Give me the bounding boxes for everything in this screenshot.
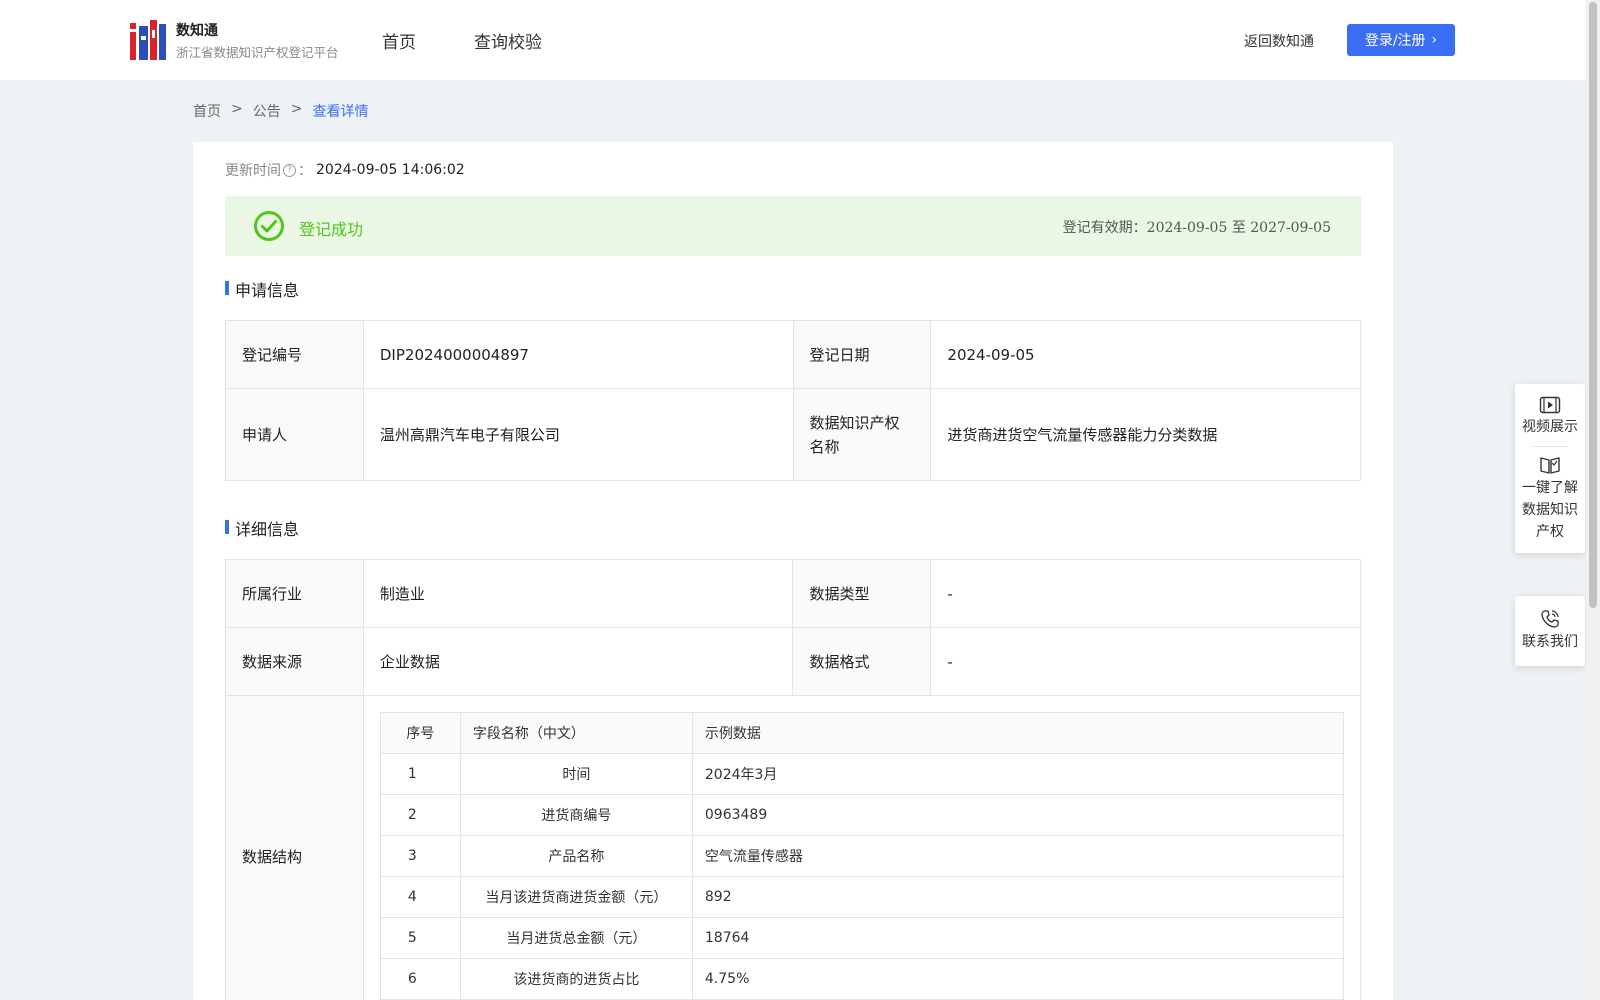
column-header-example: 示例数据 <box>691 712 1345 754</box>
structure-header-row: 序号 字段名称（中文） 示例数据 <box>379 712 1345 754</box>
ip-name-label: 数据知识产权名称 <box>792 388 932 481</box>
brand-subtitle: 浙江省数据知识产权登记平台 <box>176 45 339 60</box>
video-showcase-label: 视频展示 <box>1522 419 1578 435</box>
question-icon[interactable]: ? <box>283 163 296 177</box>
row-no: 1 <box>379 753 461 795</box>
detail-info-table: 所属行业 制造业 数据类型 - 数据来源 企业数据 数据格式 - 数据结构 序号… <box>225 559 1362 1000</box>
application-info-table: 登记编号 DIP2024000004897 登记日期 2024-09-05 申请… <box>225 320 1361 481</box>
row-example: 0963489 <box>691 794 1345 836</box>
check-circle-icon <box>254 211 284 241</box>
row-no: 3 <box>379 835 461 877</box>
table-row: 4 当月该进货商进货金额（元） 892 <box>379 876 1345 918</box>
table-row: 3 产品名称 空气流量传感器 <box>379 835 1345 877</box>
chevron-right-icon: › <box>1431 32 1438 48</box>
row-field-name: 产品名称 <box>459 835 693 877</box>
row-no: 4 <box>379 876 461 918</box>
update-time-value: 2024-09-05 14:06:02 <box>316 162 465 178</box>
table-row: 2 进货商编号 0963489 <box>379 794 1345 836</box>
nav-home[interactable]: 首页 <box>382 28 416 53</box>
structure-cell: 序号 字段名称（中文） 示例数据 1 时间 2024年3月 2 进货商编号 09… <box>362 695 1362 1000</box>
row-field-name: 进货商编号 <box>459 794 693 836</box>
contact-us-label: 联系我们 <box>1522 634 1578 650</box>
row-field-name: 当月进货总金额（元） <box>459 917 693 959</box>
table-row: 所属行业 制造业 数据类型 - <box>225 559 1361 628</box>
breadcrumb-current: 查看详情 <box>312 104 369 120</box>
format-label: 数据格式 <box>792 627 932 696</box>
validity-range: 2024-09-05 至 2027-09-05 <box>1146 220 1331 236</box>
video-icon <box>1539 396 1561 414</box>
row-example: 4.75% <box>691 958 1345 1000</box>
section-title-details: 详细信息 <box>225 516 299 540</box>
row-no: 5 <box>379 917 461 959</box>
update-time-colon: ： <box>298 163 312 179</box>
validity-period: 登记有效期：2024-09-05 至 2027-09-05 <box>1063 217 1331 237</box>
row-no: 6 <box>379 958 461 1000</box>
structure-label: 数据结构 <box>225 695 364 1000</box>
industry-value: 制造业 <box>362 559 794 628</box>
update-time-label: 更新时间 <box>225 163 281 179</box>
platform-logo[interactable] <box>130 20 166 60</box>
update-time-row: 更新时间 ? ： 2024-09-05 14:06:02 <box>225 160 465 180</box>
phone-icon <box>1541 610 1559 628</box>
column-header-no: 序号 <box>379 712 461 754</box>
learn-ip-button[interactable]: 一键了解数据知识产权 <box>1515 455 1585 553</box>
applicant-value: 温州高鼎汽车电子有限公司 <box>362 388 794 481</box>
scrollbar-thumb[interactable] <box>1589 2 1597 608</box>
ip-name-value: 进货商进货空气流量传感器能力分类数据 <box>930 388 1361 481</box>
table-row: 6 该进货商的进货占比 4.75% <box>379 958 1345 1000</box>
table-row: 数据来源 企业数据 数据格式 - <box>225 627 1361 696</box>
back-to-platform-link[interactable]: 返回数知通 <box>1244 31 1314 51</box>
breadcrumb-separator: > <box>290 101 303 117</box>
video-showcase-button[interactable]: 视频展示 <box>1515 384 1585 438</box>
breadcrumb-home[interactable]: 首页 <box>193 101 221 121</box>
table-row: 5 当月进货总金额（元） 18764 <box>379 917 1345 959</box>
table-row: 1 时间 2024年3月 <box>379 753 1345 795</box>
breadcrumb-announcement[interactable]: 公告 <box>253 101 281 121</box>
reg-date-label: 登记日期 <box>792 320 932 389</box>
table-row: 登记编号 DIP2024000004897 登记日期 2024-09-05 <box>225 320 1361 389</box>
detail-card: 更新时间 ? ： 2024-09-05 14:06:02 登记成功 登记有效期：… <box>193 142 1393 1000</box>
source-label: 数据来源 <box>225 627 364 696</box>
table-row: 数据结构 序号 字段名称（中文） 示例数据 1 时间 2024年3月 2 进货商… <box>225 695 1362 1000</box>
row-no: 2 <box>379 794 461 836</box>
table-row: 申请人 温州高鼎汽车电子有限公司 数据知识产权名称 进货商进货空气流量传感器能力… <box>225 388 1361 481</box>
row-example: 2024年3月 <box>691 753 1345 795</box>
row-example: 空气流量传感器 <box>691 835 1345 877</box>
breadcrumb-separator: > <box>231 101 243 117</box>
data-type-label: 数据类型 <box>792 559 932 628</box>
status-banner: 登记成功 登记有效期：2024-09-05 至 2027-09-05 <box>225 196 1361 256</box>
top-header: 数知通 浙江省数据知识产权登记平台 首页 查询校验 返回数知通 登录/注册 › <box>0 0 1586 80</box>
row-field-name: 当月该进货商进货金额（元） <box>459 876 693 918</box>
row-example: 892 <box>691 876 1345 918</box>
section-title-application: 申请信息 <box>225 277 299 301</box>
side-divider <box>1532 446 1568 447</box>
row-example: 18764 <box>691 917 1345 959</box>
breadcrumb: 首页 > 公告 > 查看详情 <box>193 101 368 121</box>
reg-no-label: 登记编号 <box>225 320 364 389</box>
format-value: - <box>930 627 1361 696</box>
reg-no-value: DIP2024000004897 <box>362 320 794 389</box>
book-icon <box>1540 457 1560 474</box>
data-type-value: - <box>930 559 1361 628</box>
floating-side-panel: 视频展示 一键了解数据知识产权 <box>1515 384 1585 553</box>
brand-name: 数知通 <box>176 23 218 39</box>
contact-us-button[interactable]: 联系我们 <box>1522 609 1578 653</box>
applicant-label: 申请人 <box>225 388 364 481</box>
row-field-name: 该进货商的进货占比 <box>459 958 693 1000</box>
page-scrollbar[interactable] <box>1586 0 1600 1000</box>
status-text: 登记成功 <box>299 220 364 239</box>
login-register-button[interactable]: 登录/注册 › <box>1347 24 1455 56</box>
nav-query-verify[interactable]: 查询校验 <box>474 28 542 53</box>
validity-label: 登记有效期： <box>1062 220 1147 236</box>
industry-label: 所属行业 <box>225 559 364 628</box>
reg-date-value: 2024-09-05 <box>930 320 1361 389</box>
login-register-label: 登录/注册 <box>1364 33 1426 49</box>
source-value: 企业数据 <box>362 627 794 696</box>
contact-panel: 联系我们 <box>1515 596 1585 666</box>
data-structure-table: 序号 字段名称（中文） 示例数据 1 时间 2024年3月 2 进货商编号 09… <box>379 712 1345 1000</box>
learn-ip-label: 一键了解数据知识产权 <box>1522 480 1578 540</box>
row-field-name: 时间 <box>459 753 693 795</box>
column-header-field-name: 字段名称（中文） <box>459 712 693 754</box>
